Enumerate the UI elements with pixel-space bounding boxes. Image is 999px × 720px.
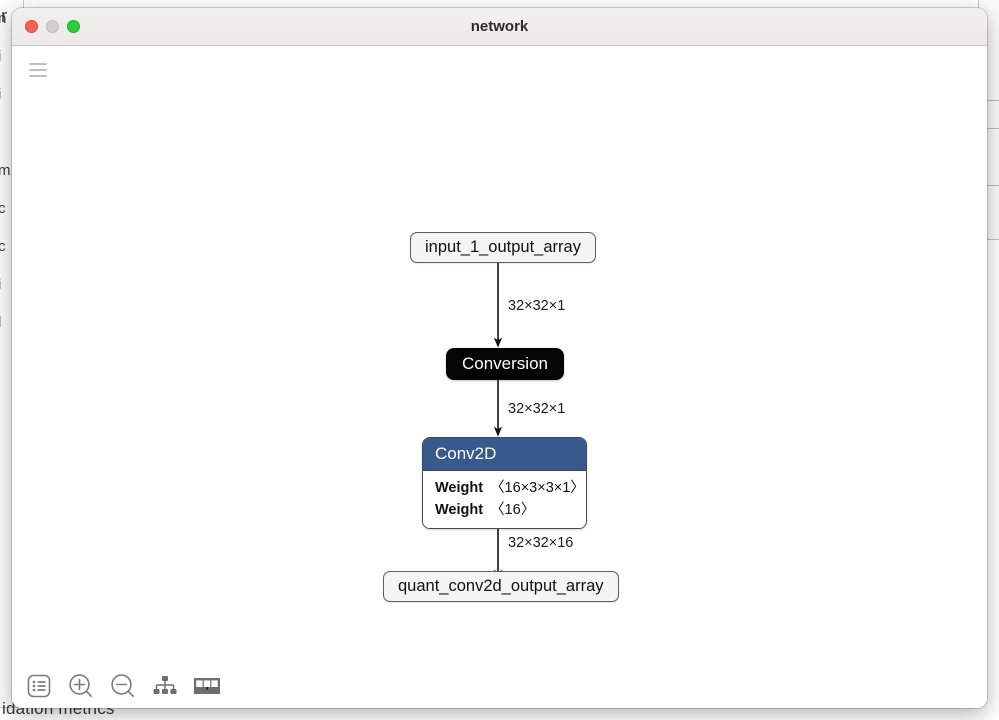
bottom-toolbar [24,671,222,701]
edge-label-conv2d-to-output: 32×32×16 [508,535,574,551]
edge-label-conversion-to-conv2d: 32×32×1 [508,401,566,417]
panels-icon [194,678,220,694]
node-attributes: Weight 〈16×3×3×1〉 Weight 〈16〉 [423,471,586,529]
close-button-icon[interactable] [25,20,38,33]
attribute-value: 〈16×3×3×1〉 [490,480,585,497]
list-icon [27,674,51,698]
graph-node-input-array[interactable]: input_1_output_array [410,232,596,263]
graph-node-conv2d[interactable]: Conv2D Weight 〈16×3×3×1〉 Weight 〈16〉 [422,437,587,530]
graph-node-output-array[interactable]: quant_conv2d_output_array [383,571,619,602]
screen: n i i m c c i l r idation metrics networ… [0,0,999,720]
node-attribute-row: Weight 〈16×3×3×1〉 [435,477,585,499]
properties-button[interactable] [24,671,54,701]
hierarchy-button[interactable] [150,671,180,701]
zoom-in-button[interactable] [66,671,96,701]
node-label: Conversion [462,354,548,373]
attribute-value: 〈16〉 [490,502,536,519]
traffic-lights [12,20,80,33]
zoom-out-button[interactable] [108,671,138,701]
window-title: network [470,18,529,35]
node-label: input_1_output_array [425,238,581,256]
layout-button[interactable] [192,671,222,701]
node-header-label: Conv2D [423,438,586,472]
zoom-in-icon [69,674,93,698]
zoom-out-icon [111,674,135,698]
node-attribute-row: Weight 〈16〉 [435,499,574,521]
graph-canvas[interactable]: input_1_output_array Conversion Conv2D W… [12,46,987,708]
window-titlebar[interactable]: network [12,8,987,46]
attribute-name: Weight [435,502,484,519]
edge-label-input-to-conversion: 32×32×1 [508,298,566,314]
node-label: quant_conv2d_output_array [398,577,604,595]
attribute-name: Weight [435,480,484,497]
hierarchy-icon [153,676,177,694]
maximize-button-icon[interactable] [67,20,80,33]
minimize-button-icon[interactable] [46,20,59,33]
network-viewer-window: network input_1_output_array Conversion … [12,8,987,708]
background-top-left-char: r [1,6,7,26]
graph-node-conversion[interactable]: Conversion [446,348,564,380]
